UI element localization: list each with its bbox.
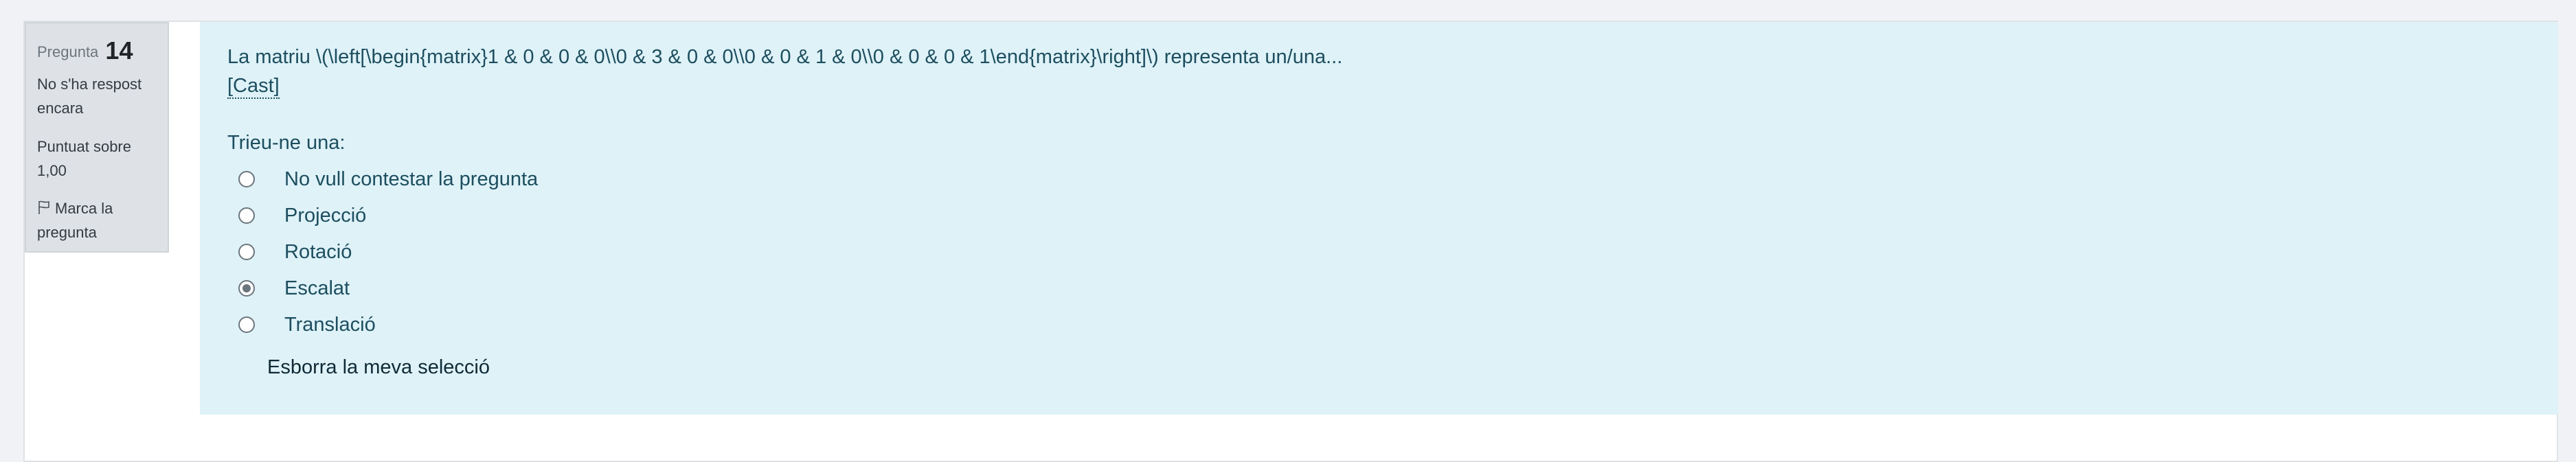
flag-question-button[interactable]: Marca la pregunta — [37, 196, 157, 244]
radio-button-selected[interactable] — [238, 279, 255, 297]
question-grade: Puntuat sobre 1,00 — [37, 137, 131, 179]
radio-button[interactable] — [238, 207, 255, 224]
answer-label: No vull contestar la pregunta — [284, 168, 539, 190]
answer-label: Rotació — [284, 240, 352, 263]
answer-label: Escalat — [284, 277, 350, 299]
answer-label: Translació — [284, 313, 376, 336]
question-number-line: Pregunta 14 — [37, 36, 157, 65]
radio-button[interactable] — [238, 243, 255, 260]
question-card: Pregunta 14 No s'ha respost encara Puntu… — [23, 21, 2558, 462]
flag-icon — [37, 200, 55, 217]
answer-option-escalat[interactable]: Escalat — [227, 270, 2531, 306]
language-link[interactable]: [Cast] — [227, 74, 280, 99]
answer-label: Projecció — [284, 204, 367, 227]
answer-list: No vull contestar la pregunta Projecció … — [227, 161, 2531, 343]
radio-button[interactable] — [238, 170, 255, 187]
clear-selection-link[interactable]: Esborra la meva selecció — [267, 355, 490, 380]
answer-option-projeccio[interactable]: Projecció — [227, 197, 2531, 233]
question-text: La matriu \(\left[\begin{matrix}1 & 0 & … — [227, 46, 1343, 68]
question-content: La matriu \(\left[\begin{matrix}1 & 0 & … — [200, 22, 2558, 415]
question-info-panel: Pregunta 14 No s'ha respost encara Puntu… — [25, 22, 169, 253]
answer-option-no-answer[interactable]: No vull contestar la pregunta — [227, 161, 2531, 197]
radio-button[interactable] — [238, 316, 255, 333]
answer-option-translacio[interactable]: Translació — [227, 306, 2531, 343]
question-number: 14 — [105, 36, 133, 65]
question-word: Pregunta — [37, 43, 99, 60]
answer-option-rotacio[interactable]: Rotació — [227, 233, 2531, 270]
answer-prompt: Trieu-ne una: — [227, 132, 346, 154]
page: Pregunta 14 No s'ha respost encara Puntu… — [0, 0, 2576, 462]
question-state: No s'ha respost encara — [37, 76, 142, 117]
